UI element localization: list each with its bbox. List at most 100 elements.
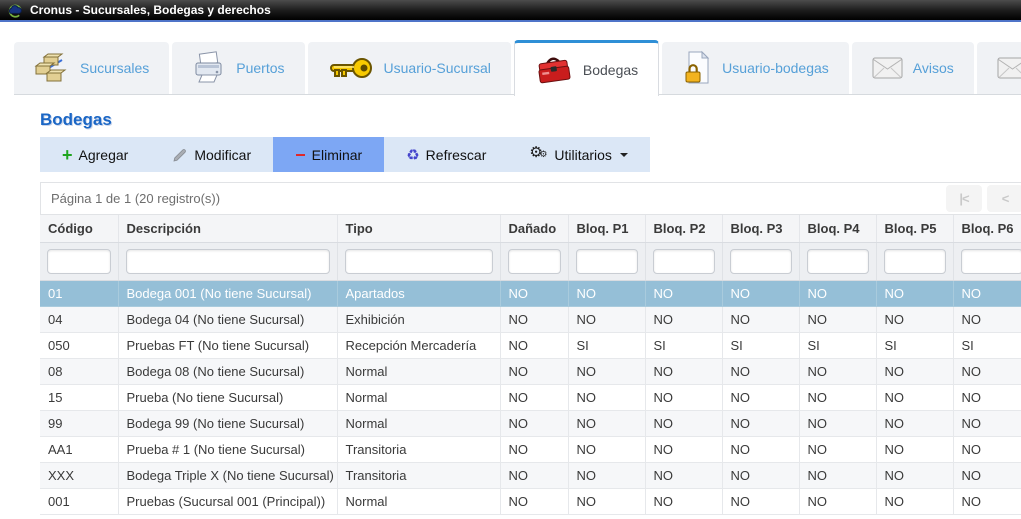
table-cell: NO (722, 384, 799, 410)
table-cell: SI (799, 332, 876, 358)
column-header-bloq-p5[interactable]: Bloq. P5 (876, 215, 953, 242)
table-cell: 001 (40, 488, 118, 514)
tab-alertas[interactable]: Alertas (977, 42, 1021, 94)
tab-label: Bodegas (583, 62, 638, 78)
table-cell: NO (500, 332, 568, 358)
table-cell: NO (953, 306, 1021, 332)
table-cell: Bodega Triple X (No tiene Sucursal) (118, 462, 337, 488)
table-cell: Recepción Mercadería (337, 332, 500, 358)
table-cell: 08 (40, 358, 118, 384)
branches-icon (34, 52, 70, 84)
table-cell: Normal (337, 410, 500, 436)
table-cell: NO (645, 306, 722, 332)
column-header-danado[interactable]: Dañado (500, 215, 568, 242)
filter-input[interactable] (653, 249, 715, 274)
tab-usuario-bodegas[interactable]: Usuario-bodegas (662, 42, 849, 94)
table-row[interactable]: 04Bodega 04 (No tiene Sucursal)Exhibició… (40, 306, 1021, 332)
filter-input[interactable] (961, 249, 1021, 274)
column-header-bloq-p6[interactable]: Bloq. P6 (953, 215, 1021, 242)
table-cell: SI (645, 332, 722, 358)
tab-usuario-sucursal[interactable]: Usuario-Sucursal (308, 42, 511, 94)
table-cell: SI (953, 332, 1021, 358)
prev-page-button[interactable]: < (987, 185, 1021, 212)
column-header-bloq-p1[interactable]: Bloq. P1 (568, 215, 645, 242)
table-cell: Apartados (337, 280, 500, 306)
table-row[interactable]: 01Bodega 001 (No tiene Sucursal)Apartado… (40, 280, 1021, 306)
tab-avisos[interactable]: Avisos (852, 42, 974, 94)
table-cell: NO (500, 280, 568, 306)
table-row[interactable]: XXXBodega Triple X (No tiene Sucursal)Tr… (40, 462, 1021, 488)
table-cell: NO (568, 384, 645, 410)
table-cell: NO (953, 410, 1021, 436)
column-header-tipo[interactable]: Tipo (337, 215, 500, 242)
tab-sucursales[interactable]: Sucursales (14, 42, 169, 94)
toolbox-icon (535, 53, 573, 87)
refrescar-button[interactable]: ♻ Refrescar (384, 137, 508, 172)
table-cell: NO (876, 410, 953, 436)
filter-input[interactable] (884, 249, 946, 274)
table-cell: Bodega 99 (No tiene Sucursal) (118, 410, 337, 436)
first-page-button[interactable]: |< (946, 185, 982, 212)
table-row[interactable]: 15Prueba (No tiene Sucursal)NormalNONONO… (40, 384, 1021, 410)
table-cell: 050 (40, 332, 118, 358)
table-cell: SI (876, 332, 953, 358)
table-cell: Normal (337, 384, 500, 410)
table-cell: Normal (337, 358, 500, 384)
table-cell: XXX (40, 462, 118, 488)
table-cell: NO (568, 306, 645, 332)
utilitarios-button[interactable]: ⚙⚙ Utilitarios (508, 137, 650, 172)
eliminar-button[interactable]: − Eliminar (273, 137, 384, 172)
table-cell: NO (876, 358, 953, 384)
tab-label: Avisos (913, 60, 954, 76)
filter-input[interactable] (730, 249, 792, 274)
table-cell: NO (722, 280, 799, 306)
column-header-bloq-p4[interactable]: Bloq. P4 (799, 215, 876, 242)
table-cell: NO (799, 280, 876, 306)
table-cell: NO (953, 384, 1021, 410)
filter-input[interactable] (508, 249, 561, 274)
action-toolbar: + Agregar Modificar − Eliminar ♻ Refresc… (40, 137, 650, 172)
table-row[interactable]: 050Pruebas FT (No tiene Sucursal)Recepci… (40, 332, 1021, 358)
envelope-icon (997, 57, 1021, 79)
table-cell: NO (568, 462, 645, 488)
table-cell: NO (645, 436, 722, 462)
table-cell: NO (500, 436, 568, 462)
table-cell: NO (722, 358, 799, 384)
pagination-status: Página 1 de 1 (20 registro(s)) (51, 191, 220, 206)
tab-puertos[interactable]: Puertos (172, 42, 304, 94)
tab-bar: Sucursales Puertos (14, 37, 1021, 94)
table-cell: SI (722, 332, 799, 358)
column-header-bloq-p2[interactable]: Bloq. P2 (645, 215, 722, 242)
filter-input[interactable] (345, 249, 493, 274)
filter-input[interactable] (576, 249, 638, 274)
refresh-icon: ♻ (406, 146, 419, 164)
table-row[interactable]: 99Bodega 99 (No tiene Sucursal)NormalNON… (40, 410, 1021, 436)
filter-input[interactable] (126, 249, 330, 274)
filter-input[interactable] (47, 249, 111, 274)
table-cell: NO (568, 358, 645, 384)
cronus-logo-icon (6, 3, 23, 18)
table-cell: NO (568, 488, 645, 514)
table-row[interactable]: 08Bodega 08 (No tiene Sucursal)NormalNON… (40, 358, 1021, 384)
modificar-button[interactable]: Modificar (150, 137, 273, 172)
column-header-codigo[interactable]: Código (40, 215, 118, 242)
table-cell: NO (722, 410, 799, 436)
bodegas-grid: Código Descripción Tipo Dañado Bloq. P1 … (40, 215, 1021, 515)
filter-row (40, 242, 1021, 280)
table-cell: Transitoria (337, 436, 500, 462)
table-cell: NO (500, 462, 568, 488)
table-cell: NO (799, 462, 876, 488)
tab-bodegas[interactable]: Bodegas (514, 40, 659, 96)
table-cell: 01 (40, 280, 118, 306)
filter-input[interactable] (807, 249, 869, 274)
window-titlebar[interactable]: Cronus - Sucursales, Bodegas y derechos (0, 0, 1021, 22)
table-cell: NO (500, 488, 568, 514)
bodegas-table: Código Descripción Tipo Dañado Bloq. P1 … (40, 215, 1021, 515)
table-cell: NO (568, 410, 645, 436)
table-row[interactable]: AA1Prueba # 1 (No tiene Sucursal)Transit… (40, 436, 1021, 462)
column-header-descripcion[interactable]: Descripción (118, 215, 337, 242)
column-header-bloq-p3[interactable]: Bloq. P3 (722, 215, 799, 242)
agregar-button[interactable]: + Agregar (40, 137, 150, 172)
table-row[interactable]: 001Pruebas (Sucursal 001 (Principal))Nor… (40, 488, 1021, 514)
table-cell: Bodega 001 (No tiene Sucursal) (118, 280, 337, 306)
